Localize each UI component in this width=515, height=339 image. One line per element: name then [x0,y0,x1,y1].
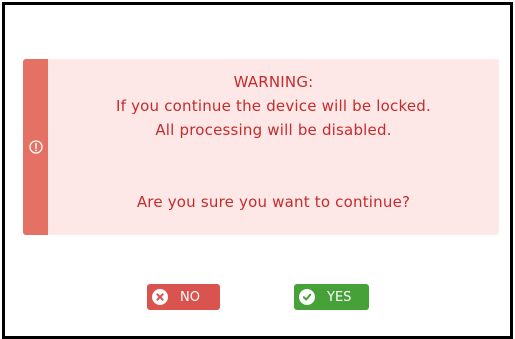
yes-button-label: YES [327,289,352,305]
x-circle-icon [152,289,168,305]
confirm-question: Are you sure you want to continue? [136,193,411,211]
alert-message: WARNING: If you continue the device will… [48,59,499,235]
check-circle-icon [299,289,315,305]
no-button[interactable]: NO [147,284,220,310]
no-button-label: NO [180,289,200,305]
yes-button[interactable]: YES [294,284,369,310]
warning-message-line-2: All processing will be disabled. [155,121,392,139]
exclamation-circle-icon [28,140,43,154]
dialog-window: WARNING: If you continue the device will… [2,2,513,339]
warning-alert: WARNING: If you continue the device will… [23,59,499,235]
warning-title: WARNING: [233,73,314,91]
alert-stripe [23,59,48,235]
warning-message-line-1: If you continue the device will be locke… [116,97,431,115]
